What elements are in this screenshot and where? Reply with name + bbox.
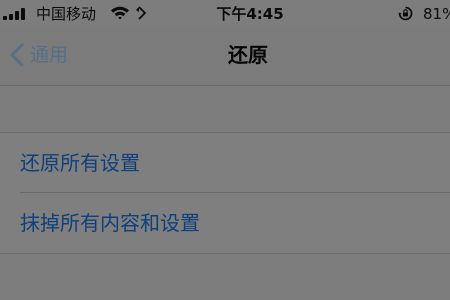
navigation-bar: 通用 还原 <box>0 28 450 86</box>
status-time: 下午4:45 <box>216 5 284 23</box>
page-title: 还原 <box>228 43 268 67</box>
erase-all-content-label: 抹掉所有内容和设置 <box>20 211 200 235</box>
status-bar: 中国移动 下午4:45 81% <box>0 0 450 28</box>
battery-level: 81% <box>423 5 450 23</box>
reset-all-settings-label: 还原所有设置 <box>20 151 140 175</box>
reset-all-settings-button[interactable]: 还原所有设置 <box>0 133 450 193</box>
rotation-lock-icon <box>398 6 413 21</box>
reset-screen: 中国移动 下午4:45 81% 通用 还原 还原所有 <box>0 0 450 300</box>
erase-all-content-button[interactable]: 抹掉所有内容和设置 <box>0 193 450 252</box>
reset-options-group: 还原所有设置 抹掉所有内容和设置 <box>0 132 450 254</box>
